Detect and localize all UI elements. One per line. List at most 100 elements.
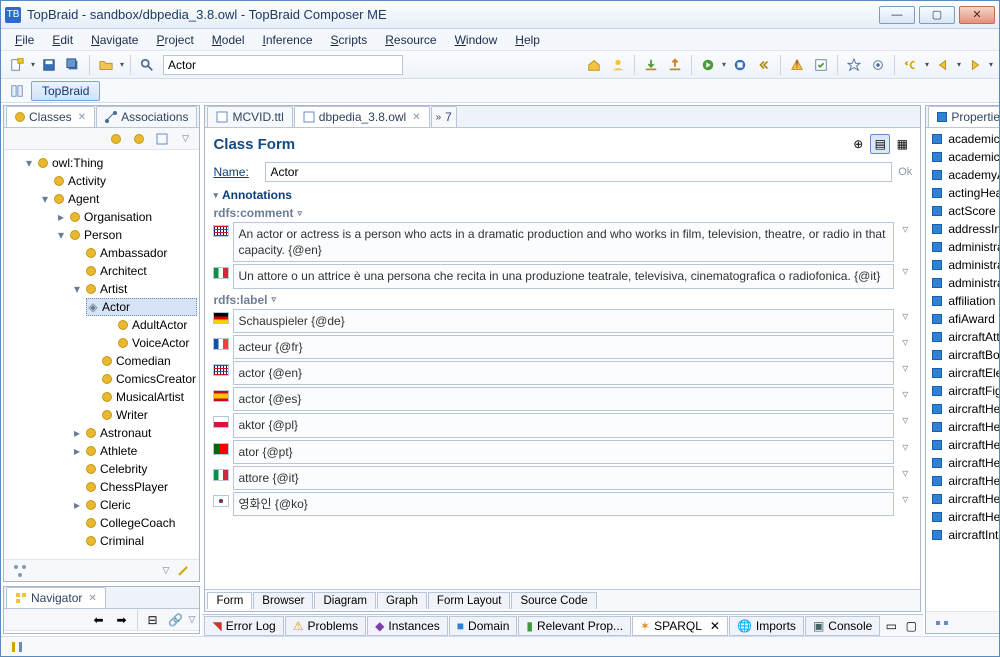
star-icon[interactable] bbox=[844, 55, 864, 75]
property-row[interactable]: administrativeDistrict bbox=[926, 256, 999, 274]
property-row[interactable]: administrator bbox=[926, 274, 999, 292]
home-icon[interactable] bbox=[584, 55, 604, 75]
editor-tab-mcvid[interactable]: MCVID.ttl bbox=[207, 106, 292, 127]
property-row[interactable]: aircraftElectronic bbox=[926, 364, 999, 382]
editor-tabs-overflow[interactable]: »7 bbox=[431, 106, 457, 127]
open-perspective-icon[interactable] bbox=[7, 81, 27, 101]
class-tree[interactable]: ▾owl:Thing Activity ▾Agent ▸Organisation… bbox=[4, 150, 199, 559]
rewind-icon[interactable] bbox=[754, 55, 774, 75]
nav-collapse-icon[interactable]: ⊟ bbox=[143, 610, 163, 630]
export-icon[interactable] bbox=[665, 55, 685, 75]
filter-icon[interactable] bbox=[152, 129, 172, 149]
menu-help[interactable]: Help bbox=[507, 31, 548, 49]
foot-tab-form[interactable]: Form bbox=[207, 592, 252, 609]
btab-imports[interactable]: 🌐Imports bbox=[729, 616, 804, 636]
label-value[interactable]: 영화인 {@ko} bbox=[233, 492, 894, 516]
back-curve-icon[interactable] bbox=[901, 55, 921, 75]
label-value[interactable]: actor {@es} bbox=[233, 387, 894, 411]
label-value[interactable]: Schauspieler {@de} bbox=[233, 309, 894, 333]
property-row[interactable]: actScore bbox=[926, 202, 999, 220]
close-tab-icon[interactable]: ✕ bbox=[78, 112, 86, 123]
script-icon[interactable] bbox=[811, 55, 831, 75]
perspective-topbraid[interactable]: TopBraid bbox=[31, 81, 100, 101]
open-file-button[interactable] bbox=[96, 55, 116, 75]
label-value[interactable]: acteur {@fr} bbox=[233, 335, 894, 359]
ok-label[interactable]: Ok bbox=[898, 166, 912, 178]
save-button[interactable] bbox=[39, 55, 59, 75]
menu-navigate[interactable]: Navigate bbox=[83, 31, 146, 49]
menu-window[interactable]: Window bbox=[447, 31, 506, 49]
menu-edit[interactable]: Edit bbox=[44, 31, 81, 49]
target-icon[interactable] bbox=[868, 55, 888, 75]
tree-layout-icon[interactable] bbox=[10, 561, 30, 581]
property-row[interactable]: administrativeCollectivity bbox=[926, 238, 999, 256]
property-row[interactable]: affiliation bbox=[926, 292, 999, 310]
btab-relevant[interactable]: ▮Relevant Prop... bbox=[518, 616, 631, 636]
property-row[interactable]: aircraftHelicopterObservation bbox=[926, 472, 999, 490]
stop-icon[interactable] bbox=[730, 55, 750, 75]
new-button[interactable] bbox=[7, 55, 27, 75]
label-value[interactable]: ator {@pt} bbox=[233, 440, 894, 464]
search-field[interactable] bbox=[168, 58, 398, 72]
property-row[interactable]: aircraftAttack bbox=[926, 328, 999, 346]
props-layout-icon[interactable] bbox=[932, 613, 952, 633]
property-row[interactable]: academicDiscipline bbox=[926, 148, 999, 166]
nav-fwd-icon[interactable]: ➡ bbox=[112, 610, 132, 630]
status-icon[interactable] bbox=[7, 637, 27, 657]
tab-navigator[interactable]: Navigator ✕ bbox=[6, 587, 106, 608]
import-icon[interactable] bbox=[641, 55, 661, 75]
property-row[interactable]: afiAward bbox=[926, 310, 999, 328]
foot-tab-formlayout[interactable]: Form Layout bbox=[428, 592, 511, 609]
btab-sparql[interactable]: ✶SPARQL✕ bbox=[632, 616, 728, 636]
btab-instances[interactable]: ◆Instances bbox=[367, 616, 448, 636]
menu-model[interactable]: Model bbox=[204, 31, 253, 49]
minimize-button[interactable]: — bbox=[879, 6, 915, 24]
tab-associations[interactable]: Associations bbox=[96, 106, 197, 127]
new-subclass-icon[interactable] bbox=[129, 129, 149, 149]
person-icon[interactable] bbox=[608, 55, 628, 75]
btab-domain[interactable]: ■Domain bbox=[449, 616, 518, 636]
menu-inference[interactable]: Inference bbox=[254, 31, 320, 49]
foot-tab-graph[interactable]: Graph bbox=[377, 592, 427, 609]
nav-link-icon[interactable]: 🔗 bbox=[166, 610, 186, 630]
btab-console[interactable]: ▣Console bbox=[805, 616, 880, 636]
form-layout-icon1[interactable]: ⊕ bbox=[848, 134, 868, 154]
search-icon[interactable] bbox=[137, 55, 157, 75]
save-all-button[interactable] bbox=[63, 55, 83, 75]
label-value[interactable]: aktor {@pl} bbox=[233, 413, 894, 437]
new-class-icon[interactable] bbox=[106, 129, 126, 149]
property-row[interactable]: aircraftInterceptor bbox=[926, 526, 999, 544]
foot-tab-source[interactable]: Source Code bbox=[511, 592, 596, 609]
property-row[interactable]: academicAdvisor bbox=[926, 130, 999, 148]
property-row[interactable]: aircraftHelicopterTransport bbox=[926, 490, 999, 508]
foot-tab-browser[interactable]: Browser bbox=[253, 592, 313, 609]
close-button[interactable]: ✕ bbox=[959, 6, 995, 24]
property-row[interactable]: academyAward bbox=[926, 166, 999, 184]
back-arrow-icon[interactable] bbox=[933, 55, 953, 75]
name-input[interactable] bbox=[265, 162, 892, 182]
property-row[interactable]: actingHeadteacher bbox=[926, 184, 999, 202]
property-row[interactable]: aircraftFighter bbox=[926, 382, 999, 400]
property-row[interactable]: aircraftHelicopterUtility bbox=[926, 508, 999, 526]
run-icon[interactable] bbox=[698, 55, 718, 75]
foot-tab-diagram[interactable]: Diagram bbox=[314, 592, 375, 609]
menu-resource[interactable]: Resource bbox=[377, 31, 444, 49]
btab-problems[interactable]: ⚠Problems bbox=[285, 616, 366, 636]
warning-icon[interactable]: ! bbox=[787, 55, 807, 75]
property-row[interactable]: aircraftBomber bbox=[926, 346, 999, 364]
menu-project[interactable]: Project bbox=[148, 31, 201, 49]
minimize-view-icon[interactable]: ▭ bbox=[881, 616, 901, 636]
label-value[interactable]: attore {@it} bbox=[233, 466, 894, 490]
btab-errorlog[interactable]: ◥Error Log bbox=[204, 616, 283, 636]
form-layout-icon2[interactable]: ▤ bbox=[870, 134, 890, 154]
label-value[interactable]: actor {@en} bbox=[233, 361, 894, 385]
collapse-icon[interactable]: ▽ bbox=[175, 129, 195, 149]
form-layout-icon3[interactable]: ▦ bbox=[892, 134, 912, 154]
properties-list[interactable]: academicAdvisoracademicDisciplineacademy… bbox=[926, 128, 999, 611]
editor-tab-dbpedia[interactable]: dbpedia_3.8.owl ✕ bbox=[294, 106, 430, 127]
nav-back-icon[interactable]: ⬅ bbox=[89, 610, 109, 630]
search-input[interactable] bbox=[163, 55, 403, 75]
property-row[interactable]: addressInRoad bbox=[926, 220, 999, 238]
maximize-button[interactable]: ▢ bbox=[919, 6, 955, 24]
forward-arrow-icon[interactable] bbox=[965, 55, 985, 75]
